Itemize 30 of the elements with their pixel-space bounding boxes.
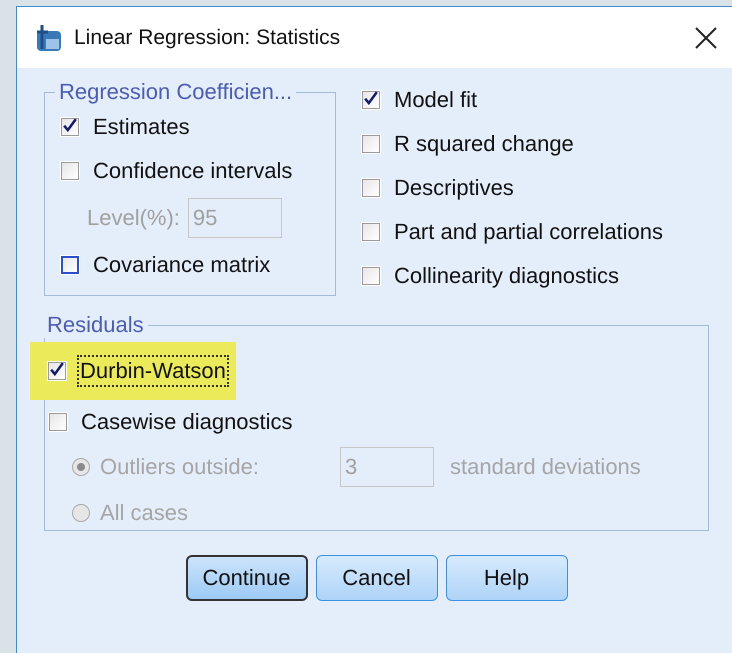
checkbox-label[interactable]: Descriptives	[394, 175, 514, 201]
checkbox-label[interactable]: Part and partial correlations	[394, 219, 664, 245]
close-icon[interactable]	[694, 26, 718, 50]
checkbox[interactable]	[362, 179, 380, 197]
checkbox[interactable]	[48, 362, 66, 380]
default-dialog-button[interactable]: Continue	[186, 555, 308, 601]
checkbox[interactable]	[49, 413, 67, 431]
checkbox[interactable]	[362, 267, 380, 285]
field-label: Level(%):	[87, 205, 180, 231]
checkbox-label[interactable]: Covariance matrix	[93, 252, 270, 278]
checkbox[interactable]	[362, 91, 380, 109]
unit-label: standard deviations	[450, 454, 641, 480]
group-title: Regression Coefficien...	[58, 79, 294, 105]
checkbox-label[interactable]: Durbin-Watson	[80, 358, 226, 384]
checkbox-label[interactable]: Collinearity diagnostics	[394, 263, 619, 289]
checkbox[interactable]	[61, 118, 79, 136]
checkbox-label[interactable]: Confidence intervals	[93, 158, 292, 184]
app-icon	[34, 22, 64, 52]
dialog-button[interactable]: Cancel	[316, 555, 438, 601]
checkbox[interactable]	[362, 135, 380, 153]
dialog-button[interactable]: Help	[446, 555, 568, 601]
checkbox-label[interactable]: Model fit	[394, 87, 478, 113]
checkbox-label[interactable]: Estimates	[93, 114, 190, 140]
checkbox-label[interactable]: Casewise diagnostics	[81, 409, 293, 435]
checkbox[interactable]	[362, 223, 380, 241]
window-title: Linear Regression: Statistics	[74, 26, 342, 50]
checkbox[interactable]	[61, 256, 79, 274]
checkbox-label[interactable]: R squared change	[394, 131, 574, 157]
checkbox[interactable]	[61, 162, 79, 180]
group-title: Residuals	[46, 312, 145, 338]
